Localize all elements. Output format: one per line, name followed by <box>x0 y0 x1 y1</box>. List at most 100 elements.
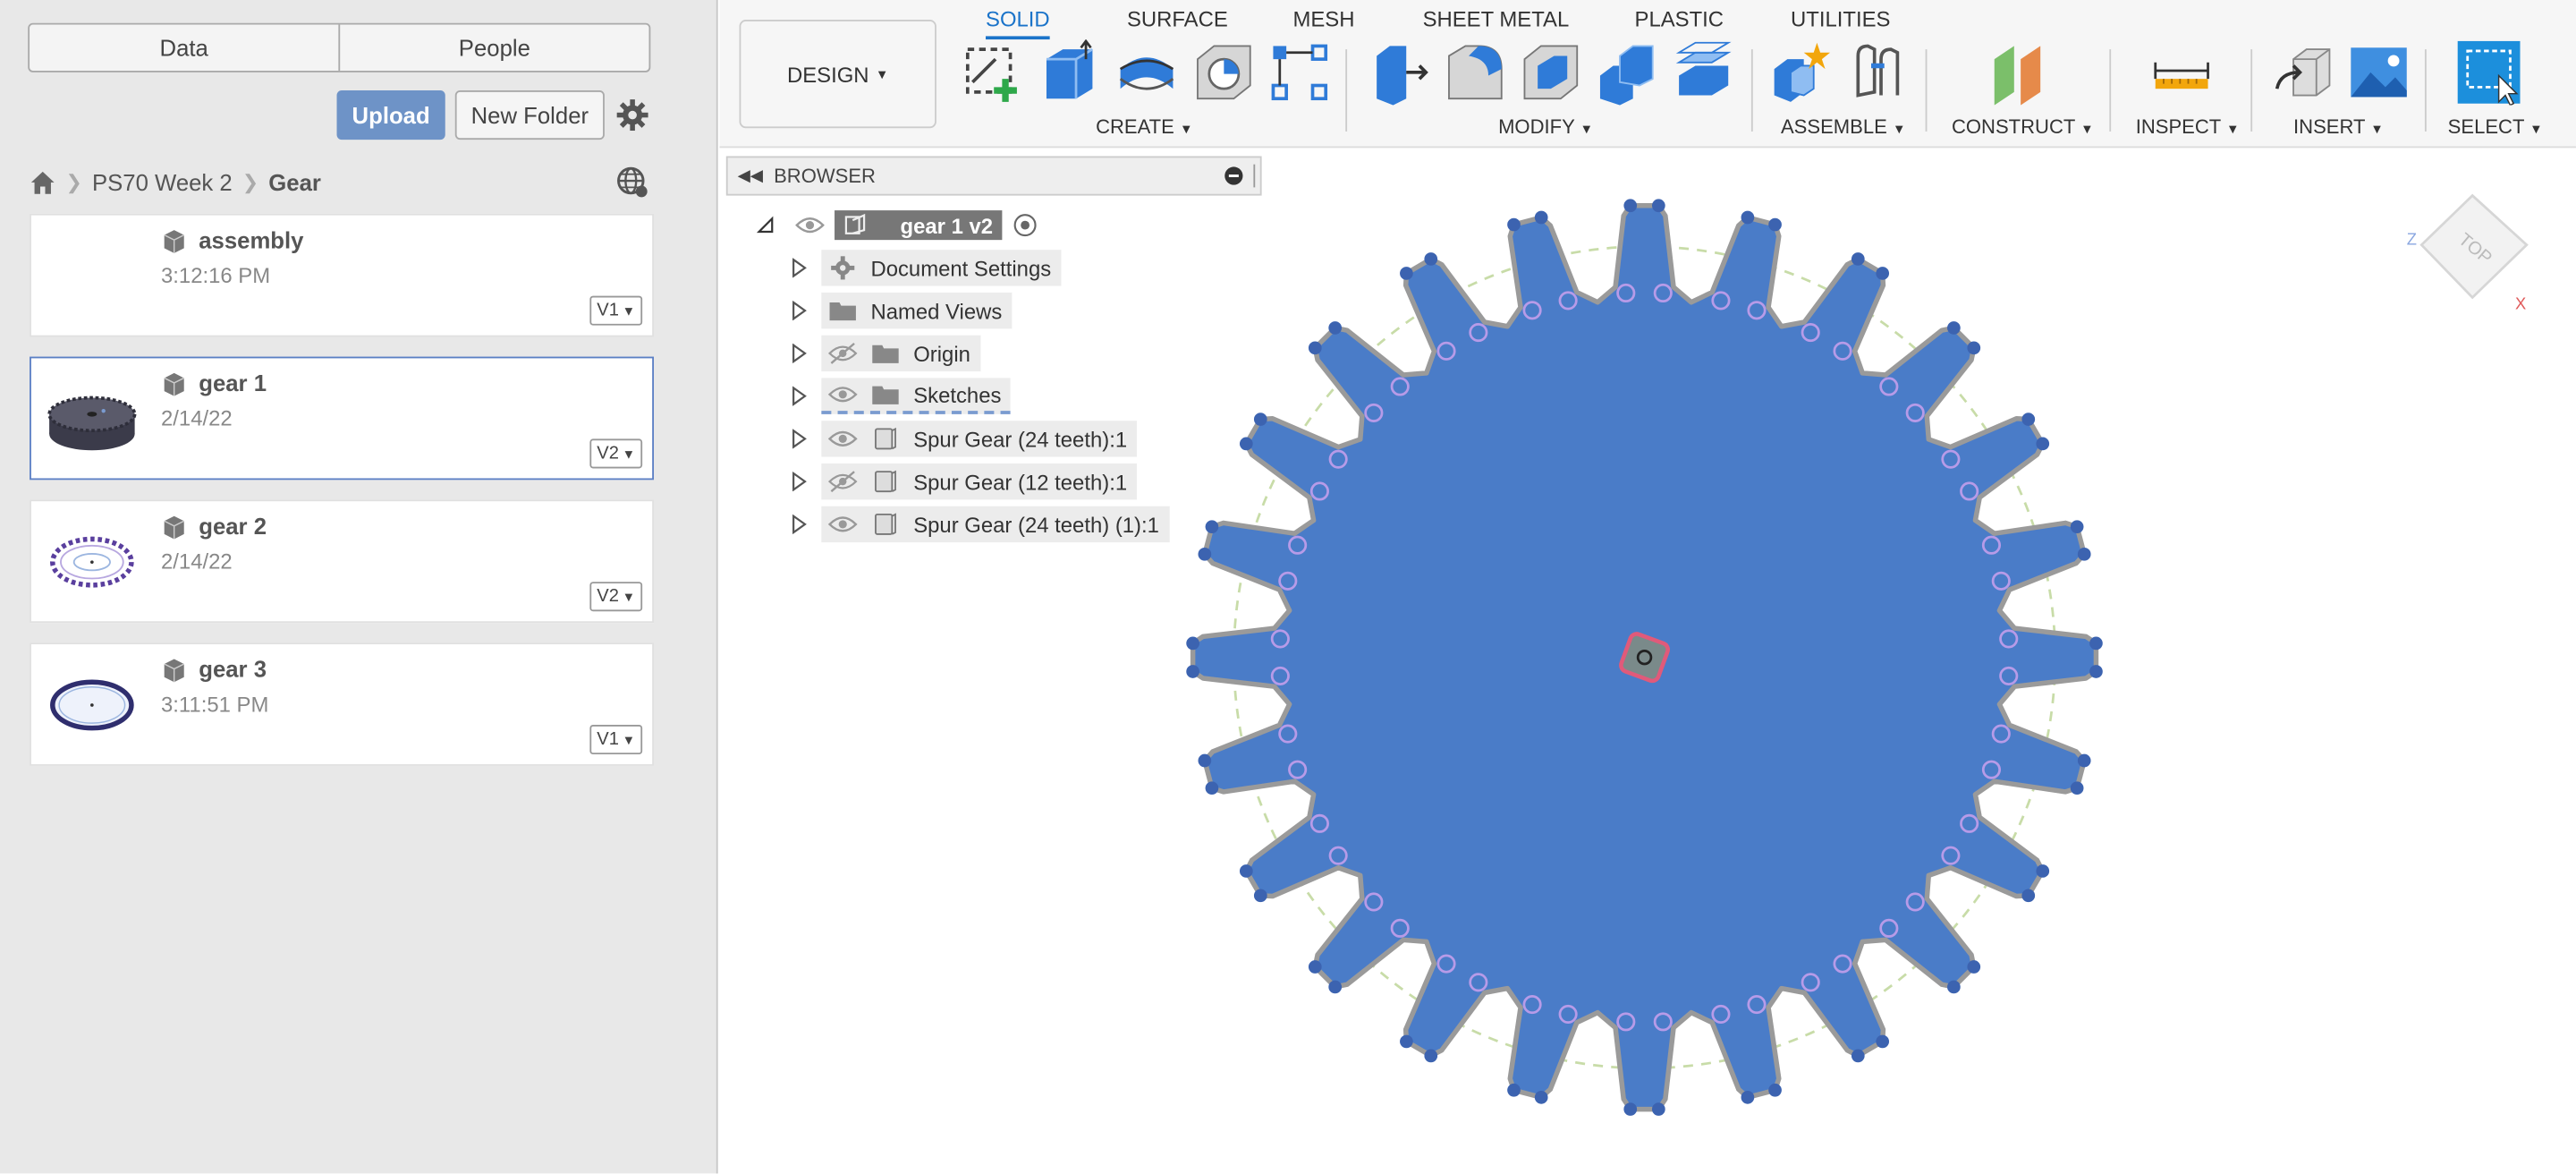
new-component-icon[interactable] <box>1767 39 1833 105</box>
new-folder-button[interactable]: New Folder <box>454 90 605 140</box>
insert-menu[interactable]: INSERT ▼ <box>2293 115 2384 139</box>
shell-icon[interactable] <box>1518 39 1583 105</box>
browser-title: BROWSER <box>774 164 876 188</box>
tab-data[interactable]: Data <box>30 25 338 71</box>
insert-derive-icon[interactable] <box>2270 39 2335 105</box>
offset-plane-icon[interactable] <box>1987 39 2053 106</box>
caret-down-icon: ▼ <box>1180 121 1193 137</box>
triangle-collapsed-icon[interactable] <box>789 514 809 534</box>
press-pull-icon[interactable] <box>1367 39 1432 106</box>
tab-mesh[interactable]: MESH <box>1292 6 1354 39</box>
joint-icon[interactable] <box>1845 39 1911 105</box>
sketch-point <box>2070 520 2084 534</box>
eye-hidden-icon[interactable] <box>827 340 858 366</box>
sketch-point <box>1507 217 1521 232</box>
activate-radio-icon[interactable] <box>1013 212 1038 238</box>
sketch-point <box>2021 889 2036 903</box>
create-menu[interactable]: CREATE ▼ <box>1096 115 1192 139</box>
create-sketch-icon[interactable] <box>960 39 1025 105</box>
file-card-assembly[interactable]: assembly 3:12:16 PM V1 ▼ <box>30 213 655 337</box>
globe-icon[interactable] <box>616 166 649 200</box>
sketch-point <box>1328 321 1343 335</box>
collapse-browser-icon[interactable]: ◀◀ <box>738 166 763 184</box>
gear-icon[interactable] <box>616 98 649 132</box>
hole-icon[interactable] <box>1191 39 1257 105</box>
caret-down-icon: ▼ <box>622 302 636 319</box>
triangle-collapsed-icon[interactable] <box>789 301 809 321</box>
triangle-expanded-icon[interactable] <box>756 216 775 235</box>
spur-gear-model[interactable] <box>1184 197 2105 1118</box>
version-dropdown[interactable]: V1 ▼ <box>589 724 643 755</box>
file-name: gear 2 <box>199 513 267 540</box>
eye-icon[interactable] <box>795 212 825 238</box>
triangle-collapsed-icon[interactable] <box>789 258 809 278</box>
version-dropdown[interactable]: V1 ▼ <box>589 295 643 326</box>
triangle-collapsed-icon[interactable] <box>789 343 809 363</box>
breadcrumb-project[interactable]: PS70 Week 2 <box>92 169 233 195</box>
workspace-switcher[interactable]: DESIGN ▼ <box>739 20 936 129</box>
tree-item-named-views[interactable]: Named Views <box>789 292 1013 329</box>
triangle-collapsed-icon[interactable] <box>789 472 809 492</box>
select-icon[interactable] <box>2456 39 2521 106</box>
resize-handle[interactable] <box>1253 164 1259 188</box>
component-icon <box>875 470 896 493</box>
combine-icon[interactable] <box>1594 39 1659 106</box>
construct-menu[interactable]: CONSTRUCT ▼ <box>1952 115 2094 139</box>
sketch-point <box>1253 413 1267 426</box>
assemble-menu[interactable]: ASSEMBLE ▼ <box>1781 115 1906 139</box>
sketch-point <box>1205 781 1219 795</box>
home-icon[interactable] <box>30 169 55 195</box>
tree-item-spur-gear-24-1[interactable]: Spur Gear (24 teeth) (1):1 <box>789 506 1169 543</box>
tree-item-document-settings[interactable]: Document Settings <box>789 250 1062 286</box>
eye-icon[interactable] <box>827 381 858 407</box>
revolve-icon[interactable] <box>1114 39 1179 105</box>
version-dropdown[interactable]: V2 ▼ <box>589 438 643 469</box>
measure-icon[interactable] <box>2148 39 2214 105</box>
tree-item-spur-gear-24[interactable]: Spur Gear (24 teeth):1 <box>789 421 1138 457</box>
divider <box>1345 49 1348 132</box>
file-card-gear-3[interactable]: gear 3 3:11:51 PM V1 ▼ <box>30 642 655 766</box>
eye-hidden-icon[interactable] <box>827 468 858 494</box>
caret-down-icon: ▼ <box>2370 121 2384 137</box>
tree-item-origin[interactable]: Origin <box>789 335 980 372</box>
select-menu[interactable]: SELECT ▼ <box>2448 115 2543 139</box>
tree-item-spur-gear-12[interactable]: Spur Gear (12 teeth):1 <box>789 463 1138 500</box>
file-card-gear-1[interactable]: gear 1 2/14/22 V2 ▼ <box>30 356 655 481</box>
eye-icon[interactable] <box>827 426 858 452</box>
modify-menu[interactable]: MODIFY ▼ <box>1498 115 1593 139</box>
inspect-menu[interactable]: INSPECT ▼ <box>2136 115 2240 139</box>
version-dropdown[interactable]: V2 ▼ <box>589 582 643 612</box>
extrude-icon[interactable] <box>1037 39 1102 105</box>
sketch-point <box>1239 864 1253 878</box>
sketch-point <box>1623 199 1638 213</box>
tab-plastic[interactable]: PLASTIC <box>1635 6 1724 39</box>
triangle-collapsed-icon[interactable] <box>789 386 809 406</box>
triangle-collapsed-icon[interactable] <box>789 429 809 449</box>
folder-icon <box>829 302 856 321</box>
canvas-image-icon[interactable] <box>2346 39 2411 105</box>
design-file-icon <box>164 515 185 540</box>
root-component-node[interactable]: gear 1 v2 <box>835 210 1004 241</box>
tab-surface[interactable]: SURFACE <box>1127 6 1228 39</box>
divider <box>1925 49 1928 132</box>
sketch-point <box>1623 1102 1638 1116</box>
tab-utilities[interactable]: UTILITIES <box>1791 6 1890 39</box>
upload-button[interactable]: Upload <box>336 90 445 140</box>
sketch-point <box>1851 1049 1865 1063</box>
tree-item-sketches[interactable]: Sketches <box>789 378 1012 414</box>
data-panel: Data People Upload New Folder ❯ PS70 Wee… <box>0 0 718 1174</box>
file-card-gear-2[interactable]: gear 2 2/14/22 V2 ▼ <box>30 499 655 624</box>
tab-people[interactable]: People <box>338 24 648 71</box>
minimize-icon[interactable] <box>1224 166 1243 186</box>
offset-face-icon[interactable] <box>1669 39 1734 105</box>
viewcube[interactable]: TOP Z X <box>2399 179 2546 327</box>
sketch-point <box>1239 437 1253 451</box>
pattern-icon[interactable] <box>1267 39 1332 105</box>
settings-gear-icon <box>831 256 855 280</box>
fillet-icon[interactable] <box>1443 39 1508 105</box>
eye-icon[interactable] <box>827 511 858 537</box>
browser-root-row[interactable]: gear 1 v2 <box>756 207 1039 242</box>
tab-sheet-metal[interactable]: SHEET METAL <box>1423 6 1570 39</box>
sketch-point <box>1741 1091 1755 1104</box>
tab-solid[interactable]: SOLID <box>986 6 1050 40</box>
